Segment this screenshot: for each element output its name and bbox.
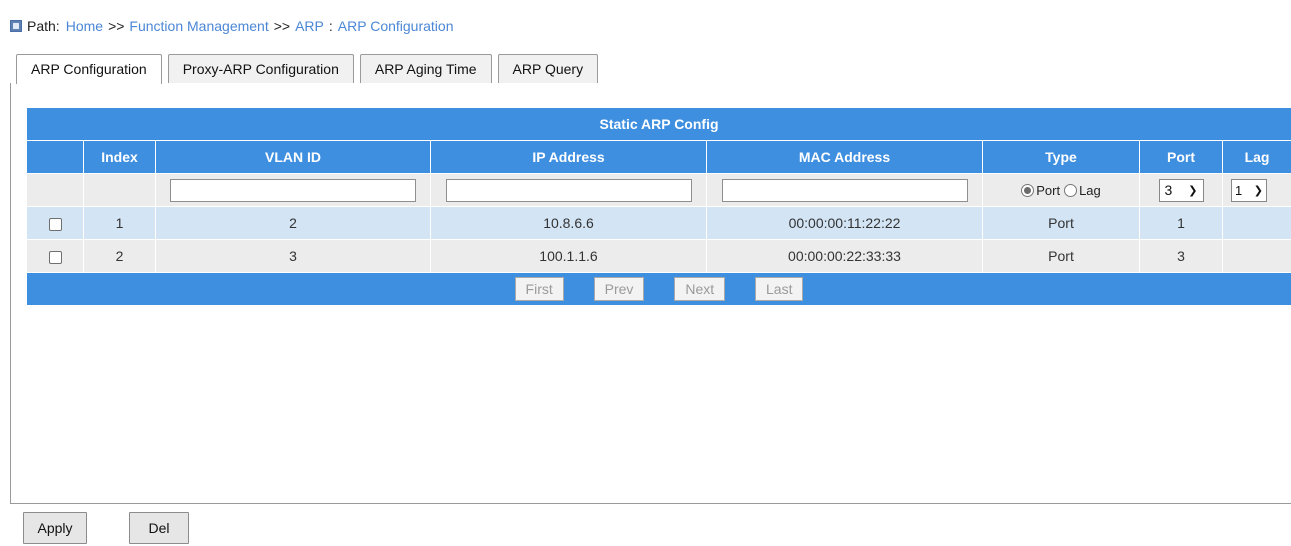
row-port: 1 bbox=[1139, 206, 1223, 240]
crumb-home[interactable]: Home bbox=[66, 18, 103, 34]
row-lag bbox=[1221, 206, 1291, 240]
row-lag bbox=[1221, 239, 1291, 273]
square-bullet-icon bbox=[10, 20, 22, 32]
type-port-label: Port bbox=[1036, 182, 1061, 198]
type-radio-group: Port Lag bbox=[983, 183, 1139, 198]
last-page-button[interactable]: Last bbox=[755, 277, 804, 301]
static-arp-table: Static ARP Config Index VLAN ID IP Addre… bbox=[25, 107, 1291, 306]
path-label: Path: bbox=[27, 18, 60, 34]
row-vlan-id: 3 bbox=[155, 239, 431, 273]
row-type: Port bbox=[982, 239, 1140, 273]
header-lag: Lag bbox=[1221, 140, 1291, 174]
vlan-id-input[interactable] bbox=[170, 178, 416, 202]
tab-arp-query[interactable]: ARP Query bbox=[497, 54, 599, 83]
row-mac-address: 00:00:00:11:22:22 bbox=[706, 206, 983, 240]
ip-address-input[interactable] bbox=[445, 178, 692, 202]
crumb-separator: >> bbox=[108, 18, 125, 34]
first-page-button[interactable]: First bbox=[514, 277, 564, 301]
row-vlan-id: 2 bbox=[155, 206, 431, 240]
table-row: 1 2 10.8.6.6 00:00:00:11:22:22 Port 1 bbox=[26, 206, 1291, 240]
mac-address-input[interactable] bbox=[721, 178, 968, 202]
row-checkbox[interactable] bbox=[48, 217, 62, 231]
row-index: 1 bbox=[83, 206, 156, 240]
table-row: 2 3 100.1.1.6 00:00:00:22:33:33 Port 3 bbox=[26, 239, 1291, 273]
crumb-separator: >> bbox=[273, 18, 291, 34]
header-index: Index bbox=[83, 140, 156, 174]
header-type: Type bbox=[982, 140, 1140, 174]
apply-button[interactable]: Apply bbox=[23, 512, 87, 544]
table-title: Static ARP Config bbox=[25, 107, 1291, 141]
tab-arp-aging-time[interactable]: ARP Aging Time bbox=[359, 54, 492, 83]
row-port: 3 bbox=[1139, 239, 1223, 273]
header-select bbox=[26, 140, 84, 174]
crumb-arp[interactable]: ARP bbox=[295, 18, 324, 34]
row-type: Port bbox=[982, 206, 1140, 240]
header-port: Port bbox=[1139, 140, 1223, 174]
type-port-radio[interactable] bbox=[1021, 183, 1035, 197]
next-page-button[interactable]: Next bbox=[674, 277, 726, 301]
header-mac-address: MAC Address bbox=[706, 140, 983, 174]
row-index: 2 bbox=[83, 239, 156, 273]
pagination-bar: First Prev Next Last bbox=[25, 272, 1291, 306]
type-lag-label: Lag bbox=[1079, 182, 1101, 198]
type-lag-radio[interactable] bbox=[1064, 183, 1078, 197]
crumb-arp-configuration[interactable]: ARP Configuration bbox=[338, 18, 454, 34]
chevron-down-icon: ❯ bbox=[1188, 184, 1198, 197]
new-entry-row: Port Lag 3 ❯ 1 ❯ bbox=[26, 173, 1291, 207]
tab-arp-configuration[interactable]: ARP Configuration bbox=[16, 54, 162, 84]
crumb-function-management[interactable]: Function Management bbox=[129, 18, 268, 34]
row-ip-address: 10.8.6.6 bbox=[430, 206, 707, 240]
prev-page-button[interactable]: Prev bbox=[593, 277, 645, 301]
tab-bar: ARP Configuration Proxy-ARP Configuratio… bbox=[16, 54, 604, 84]
port-select-value: 3 bbox=[1164, 182, 1173, 198]
del-button[interactable]: Del bbox=[129, 512, 189, 544]
row-checkbox[interactable] bbox=[48, 250, 62, 264]
port-select[interactable]: 3 ❯ bbox=[1158, 178, 1204, 202]
chevron-down-icon: ❯ bbox=[1253, 184, 1263, 197]
crumb-separator: : bbox=[328, 18, 333, 34]
breadcrumb: Path: Home >> Function Management >> ARP… bbox=[10, 16, 453, 36]
tab-proxy-arp-configuration[interactable]: Proxy-ARP Configuration bbox=[167, 54, 354, 83]
lag-select-value: 1 bbox=[1235, 182, 1243, 198]
header-ip-address: IP Address bbox=[430, 140, 707, 174]
header-vlan-id: VLAN ID bbox=[155, 140, 431, 174]
row-mac-address: 00:00:00:22:33:33 bbox=[706, 239, 983, 273]
row-ip-address: 100.1.1.6 bbox=[430, 239, 707, 273]
lag-select[interactable]: 1 ❯ bbox=[1231, 178, 1267, 202]
